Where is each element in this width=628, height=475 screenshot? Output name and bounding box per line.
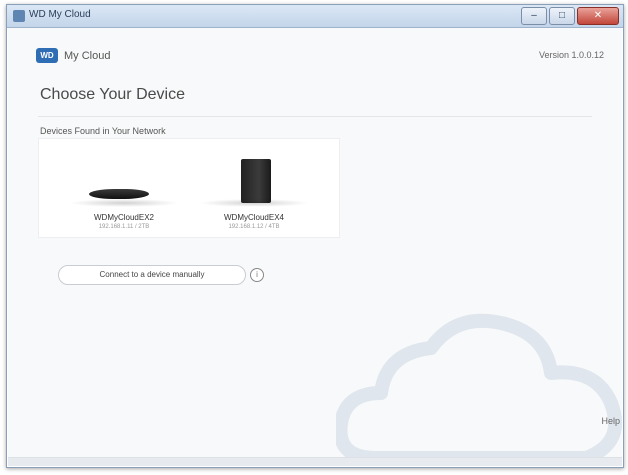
tower-drive-icon: [241, 159, 271, 203]
info-icon[interactable]: i: [250, 268, 264, 282]
device-shadow: [69, 199, 179, 207]
app-icon: [13, 10, 25, 22]
title-bar: WD My Cloud – □ ✕: [7, 5, 623, 28]
device-card-ex4[interactable]: WDMyCloudEX4 192.168.1.12 / 4TB: [189, 139, 319, 237]
page-title: Choose Your Device: [40, 86, 185, 103]
window-title: WD My Cloud: [29, 9, 91, 20]
app-window: WD My Cloud – □ ✕ WD My Cloud Version 1.…: [6, 4, 624, 468]
maximize-button[interactable]: □: [549, 7, 575, 25]
device-card-ex2[interactable]: WDMyCloudEX2 192.168.1.11 / 2TB: [59, 139, 189, 237]
app-name: My Cloud: [64, 50, 111, 62]
connect-manually-button[interactable]: Connect to a device manually: [58, 265, 246, 285]
content-area: WD My Cloud Version 1.0.0.12 Choose Your…: [8, 28, 622, 466]
wd-logo: WD: [36, 48, 58, 63]
cloud-watermark-icon: [336, 313, 622, 465]
device-name: WDMyCloudEX2: [93, 213, 154, 222]
device-name: WDMyCloudEX4: [223, 213, 284, 222]
header-divider: [38, 116, 592, 117]
close-button[interactable]: ✕: [577, 7, 619, 25]
flat-drive-icon: [88, 189, 150, 199]
device-shadow: [199, 199, 309, 207]
help-link[interactable]: Help: [601, 416, 620, 426]
device-list: WDMyCloudEX2 192.168.1.11 / 2TB WDMyClou…: [38, 138, 340, 238]
device-details: 192.168.1.11 / 2TB: [98, 224, 150, 230]
section-label: Devices Found in Your Network: [40, 126, 166, 136]
status-bar: [8, 457, 622, 466]
window-controls: – □ ✕: [519, 7, 619, 25]
minimize-button[interactable]: –: [521, 7, 547, 25]
version-label: Version 1.0.0.12: [538, 50, 604, 60]
device-details: 192.168.1.12 / 4TB: [228, 224, 280, 230]
